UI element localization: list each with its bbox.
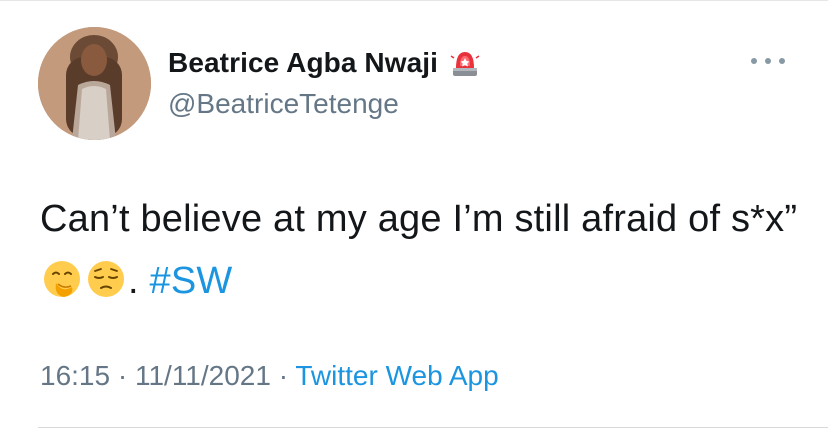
pensive-face-icon (86, 256, 126, 297)
face-with-hand-over-mouth-icon (42, 256, 82, 297)
display-name-row: Beatrice Agba Nwaji (168, 45, 480, 81)
more-options-icon (779, 58, 785, 64)
avatar[interactable] (38, 27, 151, 140)
display-name[interactable]: Beatrice Agba Nwaji (168, 47, 438, 79)
tweet-time: 16:15 (40, 360, 111, 391)
police-siren-icon (450, 46, 480, 80)
tweet-source-link[interactable]: Twitter Web App (295, 360, 498, 391)
tweet-date[interactable]: 11/11/2021 (135, 360, 271, 391)
tweet-text-body: Can’t believe at my age I’m still afraid… (40, 198, 798, 240)
avatar-image (38, 27, 151, 140)
tweet-text: Can’t believe at my age I’m still afraid… (40, 188, 800, 312)
more-options-button[interactable] (751, 53, 785, 69)
hashtag-link[interactable]: #SW (150, 260, 233, 302)
user-handle[interactable]: @BeatriceTetenge (168, 88, 399, 120)
tweet-meta: 16:15 · 11/11/2021 · Twitter Web App (40, 360, 499, 392)
meta-separator: · (270, 360, 296, 391)
tweet-card: Beatrice Agba Nwaji @BeatriceTetenge Can… (0, 0, 828, 430)
more-options-icon (751, 58, 757, 64)
more-options-icon (765, 58, 771, 64)
bottom-divider (38, 427, 828, 428)
tweet-text-punctuation: . (128, 260, 150, 302)
meta-separator: · (110, 360, 135, 391)
top-divider (0, 0, 828, 1)
